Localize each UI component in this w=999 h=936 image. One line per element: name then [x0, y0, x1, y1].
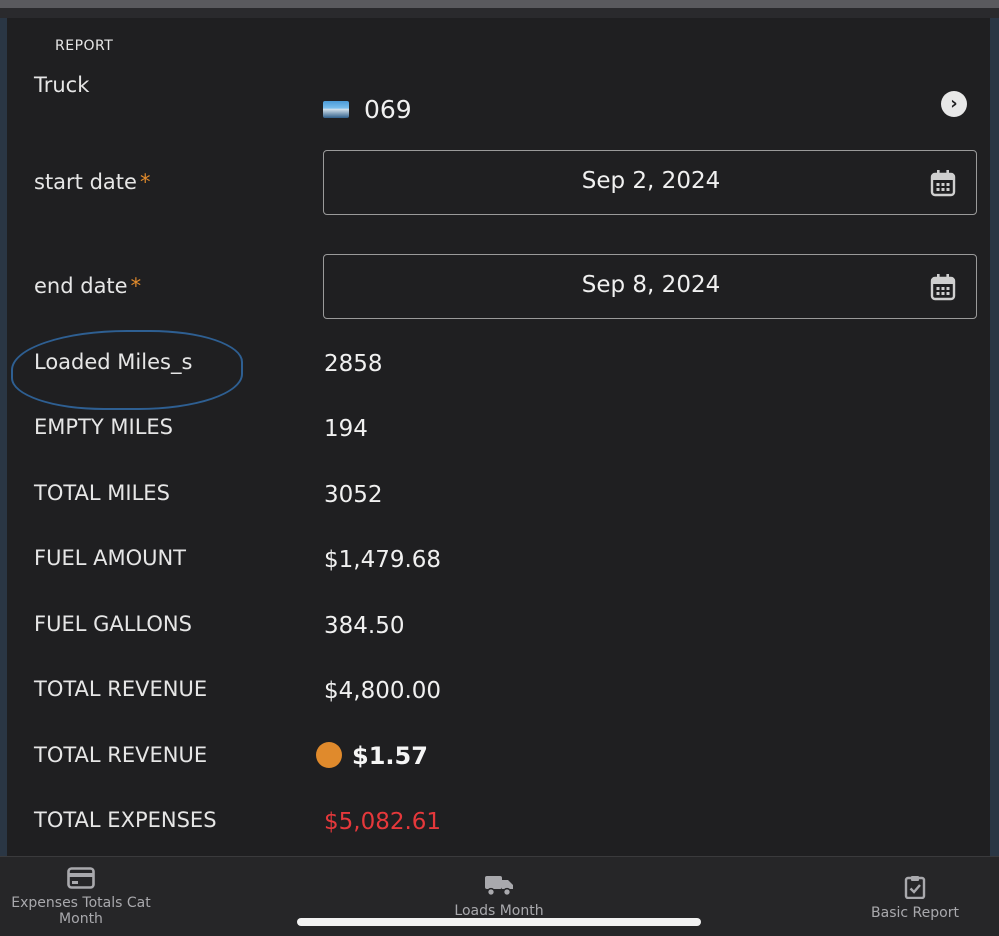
start-date-label: start date * — [34, 170, 150, 194]
empty-miles-label: EMPTY MILES — [34, 415, 173, 439]
report-panel: REPORT Truck 069 › start date * Sep 2, 20… — [7, 18, 990, 856]
end-date-field[interactable]: Sep 8, 2024 — [323, 254, 977, 319]
status-bar-strip — [0, 0, 999, 8]
tab-basic-report[interactable]: Basic Report — [860, 875, 970, 921]
loaded-miles-value: 2858 — [324, 351, 383, 377]
home-indicator[interactable] — [297, 918, 701, 926]
section-title: REPORT — [55, 38, 114, 54]
total-miles-value: 3052 — [324, 482, 383, 508]
start-date-label-text: start date — [34, 170, 137, 194]
revenue-per-mile-label: TOTAL REVENUE — [34, 743, 208, 767]
required-mark: * — [139, 170, 151, 194]
tab-label: Loads Month — [454, 903, 544, 919]
required-mark: * — [130, 274, 142, 298]
total-expenses-label: TOTAL EXPENSES — [34, 808, 217, 832]
end-date-label-text: end date — [34, 274, 128, 298]
tab-label: Expenses Totals Cat Month — [11, 895, 151, 927]
start-date-value: Sep 2, 2024 — [581, 168, 721, 194]
total-expenses-value: $5,082.61 — [324, 809, 442, 835]
header-strip — [0, 8, 999, 18]
chevron-right-icon[interactable]: › — [941, 91, 967, 117]
total-revenue-label: TOTAL REVENUE — [34, 677, 208, 701]
fuel-gallons-value: 384.50 — [324, 613, 405, 639]
tab-label: Basic Report — [871, 905, 959, 921]
tab-loads-month[interactable]: Loads Month — [430, 873, 568, 919]
fuel-amount-value: $1,479.68 — [324, 547, 442, 573]
credit-card-icon — [67, 867, 95, 889]
tab-expenses-totals-cat-month[interactable]: Expenses Totals Cat Month — [10, 867, 152, 927]
truck-label: Truck — [34, 73, 90, 97]
fuel-amount-label: FUEL AMOUNT — [34, 546, 187, 570]
total-miles-label: TOTAL MILES — [34, 481, 170, 505]
revenue-per-mile-value: $1.57 — [352, 742, 428, 770]
total-revenue-value: $4,800.00 — [324, 678, 442, 704]
clipboard-check-icon — [904, 876, 926, 899]
calendar-icon[interactable] — [930, 169, 956, 197]
truck-thumbnail-icon — [323, 101, 349, 118]
fuel-gallons-label: FUEL GALLONS — [34, 612, 192, 636]
end-date-label: end date * — [34, 274, 141, 298]
left-edge-decoration — [0, 18, 7, 856]
status-dot — [316, 742, 342, 768]
start-date-field[interactable]: Sep 2, 2024 — [323, 150, 977, 215]
truck-value[interactable]: 069 — [364, 95, 412, 124]
empty-miles-value: 194 — [324, 416, 368, 442]
end-date-value: Sep 8, 2024 — [581, 272, 721, 298]
loaded-miles-label: Loaded Miles_s — [34, 350, 193, 374]
right-edge-decoration — [990, 18, 999, 856]
calendar-icon[interactable] — [930, 273, 956, 301]
truck-icon — [485, 876, 513, 897]
